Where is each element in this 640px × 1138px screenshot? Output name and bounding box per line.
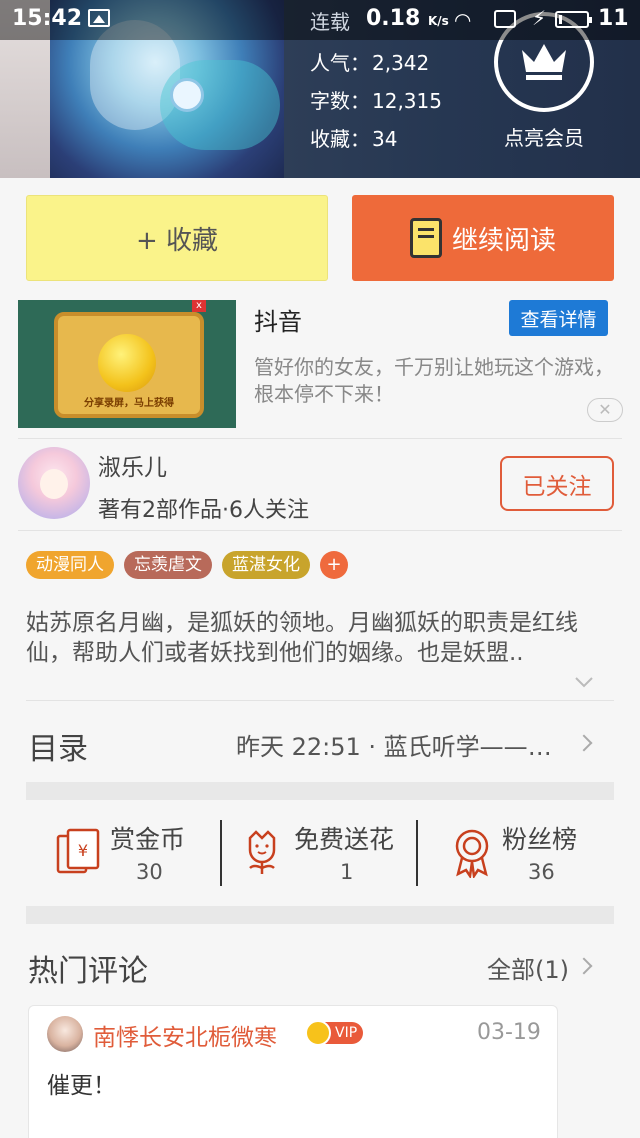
battery-level: 11	[598, 6, 629, 31]
section-separator	[26, 906, 614, 924]
reward-coins[interactable]: ¥ 赏金币 30	[54, 818, 214, 888]
stat-favorites: 收藏： 34	[310, 127, 398, 151]
flower-icon	[248, 830, 276, 874]
chevron-down-icon[interactable]	[574, 672, 594, 692]
book-stats: 人气： 2,342 字数： 12,315 收藏： 34	[310, 44, 442, 158]
reward-count: 36	[528, 860, 555, 884]
status-bar: 15:42 连载 0.18 K/s ◠ ⚡ 11	[0, 0, 640, 40]
ad-description[interactable]: 管好你的女友，千万别让她玩这个游戏，根本停不下来！	[254, 354, 626, 408]
serial-status: 连载	[310, 10, 350, 34]
hot-comments-title: 热门评论	[28, 954, 148, 989]
stat-word-count: 字数： 12,315	[310, 89, 442, 113]
medal-icon	[455, 829, 489, 878]
divider	[18, 438, 622, 439]
ad-close-button[interactable]: ✕	[587, 398, 623, 422]
reward-count: 1	[340, 860, 354, 884]
reward-flowers[interactable]: 免费送花 1	[242, 818, 412, 888]
coin-icon	[98, 334, 156, 392]
crown-badge-icon	[305, 1020, 331, 1046]
ad-image-text: 分享录屏，马上获得	[84, 398, 174, 409]
continue-reading-button[interactable]: 继续阅读	[352, 195, 614, 281]
all-comments-link[interactable]: 全部(1)	[487, 950, 569, 985]
ad-title[interactable]: 抖音	[254, 302, 302, 337]
ad-detail-button[interactable]: 查看详情	[509, 300, 608, 336]
comment-card[interactable]: 南悸长安北栀微寒 VIP 03-19 催更！	[28, 1005, 558, 1138]
red-envelope-icon: ¥	[56, 828, 100, 874]
divider	[18, 530, 622, 531]
book-icon	[409, 218, 442, 258]
ad-image-close-icon[interactable]: x	[192, 300, 206, 312]
chevron-right-icon[interactable]	[575, 734, 593, 752]
reward-label: 粉丝榜	[502, 825, 578, 854]
continue-reading-label: 继续阅读	[451, 225, 556, 256]
collect-button[interactable]: + 收藏	[26, 195, 328, 281]
comment-date: 03-19	[477, 1020, 541, 1045]
svg-text:¥: ¥	[78, 841, 88, 860]
commenter-avatar[interactable]	[47, 1016, 83, 1052]
divider	[416, 820, 418, 886]
divider	[26, 700, 614, 701]
member-label: 点亮会员	[504, 126, 584, 150]
clock: 15:42	[12, 6, 83, 31]
network-speed: 0.18 K/s	[366, 6, 449, 31]
chevron-right-icon[interactable]	[575, 957, 593, 975]
ad-image[interactable]: 分享录屏，马上获得 x	[18, 300, 236, 428]
author-meta: 著有2部作品·6人关注	[98, 498, 309, 523]
latest-chapter[interactable]: 昨天 22:51 · 蓝氏听学——轩..	[236, 727, 566, 762]
tag[interactable]: 忘羡虐文	[124, 551, 212, 579]
wifi-icon: ◠	[455, 8, 471, 32]
tag[interactable]: 动漫同人	[26, 551, 114, 579]
battery-icon	[555, 11, 592, 28]
image-notification-icon	[88, 9, 110, 27]
stat-popularity: 人气： 2,342	[310, 51, 430, 75]
tag[interactable]: 蓝湛女化	[222, 551, 310, 579]
vip-badge: VIP	[305, 1020, 364, 1046]
follow-button[interactable]: 已关注	[500, 456, 614, 511]
commenter-name[interactable]: 南悸长安北栀微寒	[93, 1018, 277, 1052]
reward-count: 30	[136, 860, 163, 884]
reward-fans[interactable]: 粉丝榜 36	[450, 818, 590, 888]
section-separator	[26, 782, 614, 800]
author-avatar[interactable]	[18, 447, 90, 519]
tag-list: 动漫同人 忘羡虐文 蓝湛女化 +	[26, 551, 348, 579]
add-tag-button[interactable]: +	[320, 551, 348, 579]
synopsis[interactable]: 姑苏原名月幽，是狐妖的领地。月幽狐妖的职责是红线仙，帮助人们或者妖找到他们的姻缘…	[26, 608, 614, 668]
sim-icon	[494, 10, 516, 28]
reward-label: 免费送花	[294, 825, 395, 854]
divider	[220, 820, 222, 886]
reward-label: 赏金币	[110, 825, 186, 854]
comment-text: 催更！	[47, 1073, 116, 1099]
charging-icon: ⚡	[532, 6, 547, 30]
author-name[interactable]: 淑乐儿	[98, 448, 167, 482]
catalog-label[interactable]: 目录	[28, 724, 88, 768]
